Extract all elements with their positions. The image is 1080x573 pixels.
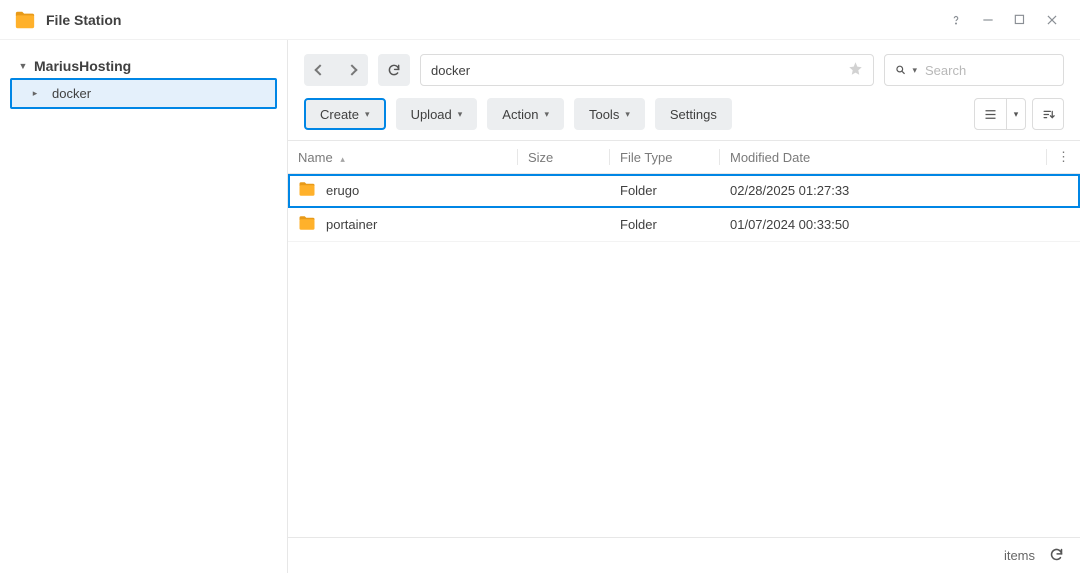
tree-root[interactable]: ▼ MariusHosting <box>10 54 277 78</box>
upload-button[interactable]: Upload ▾ <box>396 98 478 130</box>
sort-icon <box>1041 107 1056 122</box>
chevron-left-icon <box>314 64 325 75</box>
file-type: Folder <box>610 208 720 242</box>
settings-label: Settings <box>670 107 717 122</box>
path-value: docker <box>431 63 470 78</box>
action-toolbar: Create ▾ Upload ▾ Action ▾ Tools ▾ Setti… <box>288 94 1080 140</box>
minimize-button[interactable] <box>974 6 1002 34</box>
tree-toggle-icon: ▼ <box>16 61 30 71</box>
search-icon <box>895 63 906 77</box>
file-size <box>518 208 610 242</box>
tree-root-label: MariusHosting <box>34 58 131 74</box>
reload-button[interactable] <box>378 54 410 86</box>
table-header: Name ▴ Size File Type Modified Date ⋮ <box>288 141 1080 174</box>
maximize-button[interactable] <box>1006 6 1034 34</box>
dropdown-caret-icon: ▾ <box>544 109 549 120</box>
upload-label: Upload <box>411 107 452 122</box>
sort-asc-icon: ▴ <box>340 154 345 164</box>
column-type[interactable]: File Type <box>610 141 720 174</box>
close-button[interactable] <box>1038 6 1066 34</box>
folder-icon <box>298 214 316 235</box>
column-name[interactable]: Name ▴ <box>288 141 518 174</box>
folder-icon <box>298 180 316 201</box>
file-table: Name ▴ Size File Type Modified Date ⋮ er… <box>288 140 1080 537</box>
nav-toolbar: docker ▾ <box>288 40 1080 94</box>
file-name: portainer <box>326 217 377 232</box>
forward-button[interactable] <box>336 54 368 86</box>
column-modified-label: Modified Date <box>730 150 810 165</box>
path-input[interactable]: docker <box>420 54 874 86</box>
sidebar-item-docker[interactable]: ▸ docker <box>10 78 277 109</box>
titlebar: File Station <box>0 0 1080 40</box>
search-scope-caret[interactable]: ▾ <box>912 65 917 76</box>
help-button[interactable] <box>942 6 970 34</box>
file-type: Folder <box>610 174 720 208</box>
favorite-toggle[interactable] <box>848 61 863 79</box>
status-refresh-button[interactable] <box>1049 547 1064 565</box>
more-vert-icon: ⋮ <box>1057 149 1070 164</box>
reload-icon <box>1049 547 1064 562</box>
status-bar: items <box>288 537 1080 573</box>
items-count-label: items <box>1004 548 1035 563</box>
tree-expand-icon: ▸ <box>28 88 42 99</box>
search-text[interactable] <box>923 62 1053 79</box>
history-nav <box>304 54 368 86</box>
main-pane: docker ▾ Create ▾ Upload ▾ Action <box>288 40 1080 573</box>
column-size[interactable]: Size <box>518 141 610 174</box>
view-mode-switch[interactable]: ▾ <box>974 98 1026 130</box>
table-row[interactable]: portainer Folder01/07/2024 00:33:50 <box>288 208 1080 242</box>
sort-button[interactable] <box>1032 98 1064 130</box>
app-title: File Station <box>46 12 121 28</box>
settings-button[interactable]: Settings <box>655 98 732 130</box>
column-size-label: Size <box>528 150 553 165</box>
create-button[interactable]: Create ▾ <box>304 98 386 130</box>
file-modified: 01/07/2024 00:33:50 <box>720 208 1047 242</box>
file-modified: 02/28/2025 01:27:33 <box>720 174 1047 208</box>
column-type-label: File Type <box>620 150 673 165</box>
file-size <box>518 174 610 208</box>
dropdown-caret-icon: ▾ <box>458 109 463 120</box>
column-more[interactable]: ⋮ <box>1047 141 1080 174</box>
sidebar: ▼ MariusHosting ▸ docker <box>0 40 288 573</box>
list-view-icon[interactable] <box>975 99 1007 129</box>
tools-button[interactable]: Tools ▾ <box>574 98 645 130</box>
file-name: erugo <box>326 183 359 198</box>
action-label: Action <box>502 107 538 122</box>
action-button[interactable]: Action ▾ <box>487 98 564 130</box>
sidebar-item-label: docker <box>52 86 91 101</box>
dropdown-caret-icon: ▾ <box>365 109 370 120</box>
tools-label: Tools <box>589 107 619 122</box>
app-icon <box>14 9 36 31</box>
column-modified[interactable]: Modified Date <box>720 141 1047 174</box>
dropdown-caret-icon: ▾ <box>625 109 630 120</box>
chevron-right-icon <box>346 64 357 75</box>
back-button[interactable] <box>304 54 336 86</box>
star-icon <box>848 61 863 76</box>
table-row[interactable]: erugo Folder02/28/2025 01:27:33 <box>288 174 1080 208</box>
create-label: Create <box>320 107 359 122</box>
search-input[interactable]: ▾ <box>884 54 1064 86</box>
reload-icon <box>387 63 401 77</box>
column-name-label: Name <box>298 150 333 165</box>
view-mode-caret[interactable]: ▾ <box>1007 99 1025 129</box>
